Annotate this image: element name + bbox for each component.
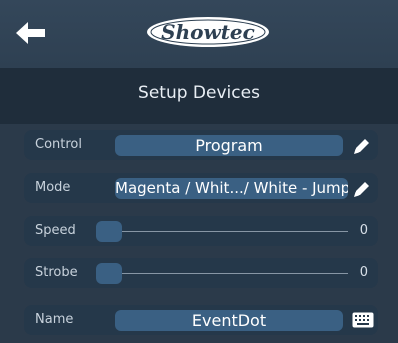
strobe-slider-track[interactable]: [122, 273, 348, 274]
pencil-icon[interactable]: [352, 179, 372, 199]
speed-value: 0: [359, 223, 368, 238]
mode-row: Mode Magenta / Whit.../ White - Jump: [24, 173, 378, 203]
mode-value[interactable]: Magenta / Whit.../ White - Jump: [115, 178, 348, 199]
page-title: Setup Devices: [138, 83, 260, 103]
showtec-logo: Showtec: [147, 17, 269, 47]
speed-slider-track[interactable]: [122, 231, 348, 232]
speed-row: Speed 0: [24, 216, 378, 246]
keyboard-icon[interactable]: [352, 312, 374, 328]
pencil-icon[interactable]: [352, 136, 372, 156]
top-bar: Showtec: [0, 0, 398, 68]
name-field[interactable]: EventDot: [115, 310, 343, 331]
control-row: Control Program: [24, 130, 378, 160]
logo-text: Showtec: [161, 20, 255, 44]
strobe-value: 0: [359, 265, 368, 280]
control-value[interactable]: Program: [115, 135, 343, 156]
strobe-label: Strobe: [35, 265, 78, 280]
strobe-slider-thumb[interactable]: [96, 263, 122, 284]
name-label: Name: [35, 312, 74, 327]
back-arrow-icon[interactable]: [14, 20, 48, 46]
name-row: Name EventDot: [24, 305, 378, 335]
speed-label: Speed: [35, 223, 76, 238]
control-label: Control: [35, 137, 82, 152]
strobe-row: Strobe 0: [24, 258, 378, 288]
speed-slider-thumb[interactable]: [96, 221, 122, 242]
mode-label: Mode: [35, 180, 71, 195]
